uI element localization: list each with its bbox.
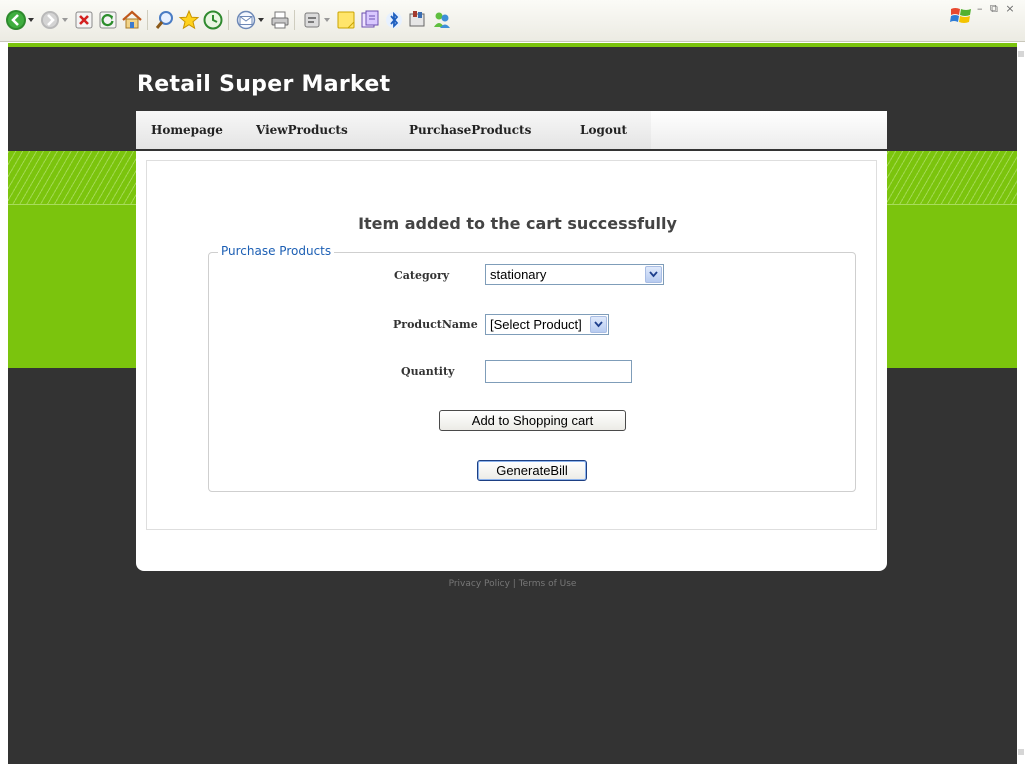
back-icon[interactable] bbox=[4, 8, 28, 32]
research-icon[interactable] bbox=[358, 8, 382, 32]
edit-icon[interactable] bbox=[300, 8, 324, 32]
mail-dropdown-icon[interactable] bbox=[258, 17, 264, 23]
edit-dropdown-icon[interactable] bbox=[324, 17, 330, 23]
privacy-policy-link[interactable]: Privacy Policy bbox=[449, 579, 510, 589]
toolbar-separator bbox=[228, 10, 229, 30]
home-icon[interactable] bbox=[120, 8, 144, 32]
page-viewport: Retail Super Market Homepage ViewProduct… bbox=[8, 43, 1017, 764]
search-icon[interactable] bbox=[153, 8, 177, 32]
back-dropdown-icon[interactable] bbox=[28, 17, 34, 23]
forward-icon[interactable] bbox=[38, 8, 62, 32]
mail-icon[interactable] bbox=[234, 8, 258, 32]
fieldset-legend: Purchase Products bbox=[218, 244, 335, 258]
productname-selected-value: [Select Product] bbox=[490, 317, 582, 332]
chevron-down-icon[interactable] bbox=[590, 316, 607, 333]
print-icon[interactable] bbox=[268, 8, 292, 32]
quantity-input[interactable] bbox=[485, 360, 632, 383]
scroll-down-icon[interactable] bbox=[1018, 749, 1024, 755]
nav-bar: Homepage ViewProducts PurchaseProducts L… bbox=[136, 111, 887, 149]
add-to-cart-button[interactable]: Add to Shopping cart bbox=[439, 410, 626, 431]
windows-logo-icon bbox=[950, 6, 972, 26]
content-card: Item added to the cart successfully Purc… bbox=[136, 151, 887, 571]
category-label: Category bbox=[394, 269, 450, 282]
browser-toolbar: – ⧉ × bbox=[0, 0, 1025, 42]
nav-item-viewproducts[interactable]: ViewProducts bbox=[256, 123, 348, 137]
site-title: Retail Super Market bbox=[137, 72, 391, 97]
scrollbar[interactable] bbox=[1017, 43, 1025, 764]
nav-item-purchaseproducts[interactable]: PurchaseProducts bbox=[409, 123, 531, 137]
productname-select[interactable]: [Select Product] bbox=[485, 314, 609, 335]
notes-icon[interactable] bbox=[334, 8, 358, 32]
window-buttons[interactable]: – ⧉ × bbox=[977, 2, 1017, 16]
messenger-icon[interactable] bbox=[406, 8, 430, 32]
terms-of-use-link[interactable]: Terms of Use bbox=[519, 579, 577, 589]
window-controls: – ⧉ × bbox=[950, 0, 1025, 42]
refresh-icon[interactable] bbox=[96, 8, 120, 32]
content-panel: Item added to the cart successfully Purc… bbox=[146, 160, 877, 530]
bluetooth-icon[interactable] bbox=[382, 8, 406, 32]
status-message: Item added to the cart successfully bbox=[358, 214, 677, 233]
forward-dropdown-icon[interactable] bbox=[62, 17, 68, 23]
productname-label: ProductName bbox=[393, 318, 478, 331]
quantity-label: Quantity bbox=[401, 365, 455, 378]
stop-icon[interactable] bbox=[72, 8, 96, 32]
users-icon[interactable] bbox=[430, 8, 454, 32]
window-border bbox=[0, 43, 8, 764]
chevron-down-icon[interactable] bbox=[645, 266, 662, 283]
history-icon[interactable] bbox=[201, 8, 225, 32]
footer-separator: | bbox=[512, 579, 516, 589]
favorites-icon[interactable] bbox=[177, 8, 201, 32]
generate-bill-button[interactable]: GenerateBill bbox=[477, 460, 587, 481]
purchase-products-fieldset: Purchase Products Category stationary Pr… bbox=[208, 244, 856, 492]
toolbar-separator bbox=[294, 10, 295, 30]
scroll-up-icon[interactable] bbox=[1018, 51, 1024, 57]
nav-item-logout[interactable]: Logout bbox=[580, 123, 627, 137]
category-select[interactable]: stationary bbox=[485, 264, 664, 285]
header-accent-strip bbox=[8, 43, 1017, 47]
toolbar-separator bbox=[147, 10, 148, 30]
category-selected-value: stationary bbox=[490, 267, 547, 282]
nav-item-homepage[interactable]: Homepage bbox=[151, 123, 223, 137]
footer: Privacy Policy | Terms of Use bbox=[8, 579, 1017, 589]
